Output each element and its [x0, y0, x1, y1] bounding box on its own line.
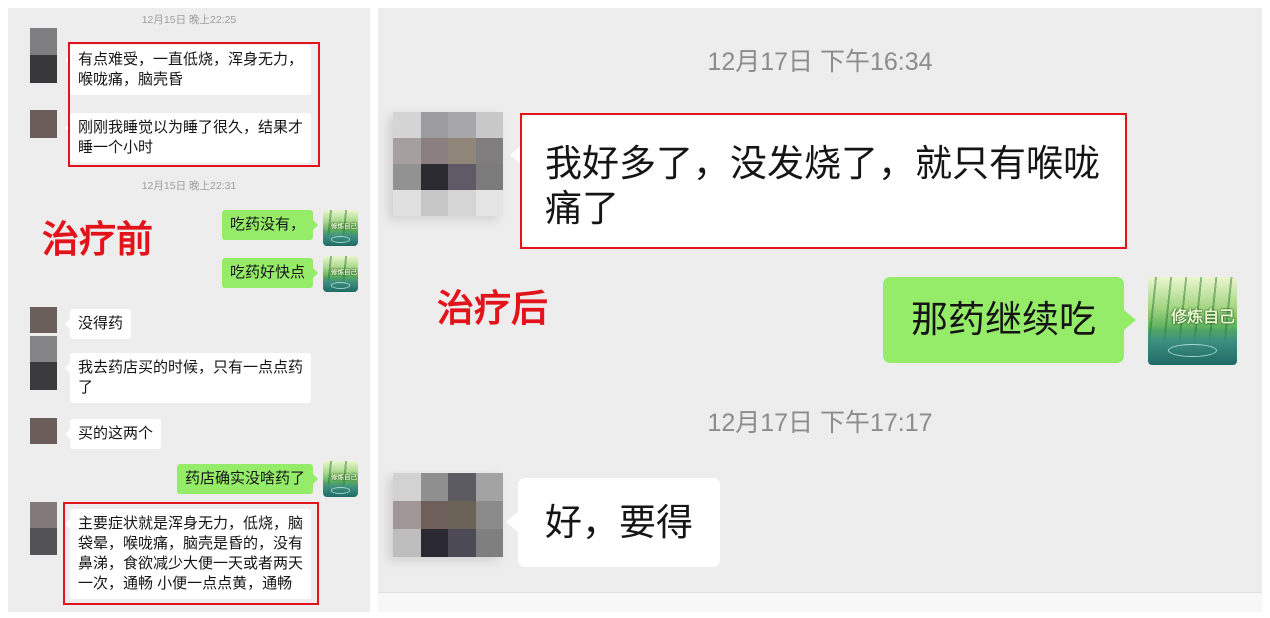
- avatar-logo-text: 修炼自己: [331, 223, 357, 230]
- avatar-mosaic-tile: [448, 138, 476, 164]
- message-text-line: 我去药店买的时候，只有一点点药: [78, 359, 304, 376]
- message-text-line: 好，要得: [545, 502, 693, 543]
- avatar-mosaic-tile: [420, 138, 448, 164]
- avatar-mosaic-tile: [420, 190, 448, 216]
- contact-avatar[interactable]: [30, 502, 57, 555]
- avatar-mosaic-tile: [475, 112, 503, 138]
- received-message-bubble[interactable]: 我好多了，没发烧了，就只有喉咙 痛了: [510, 115, 1125, 247]
- avatar-logo-text: 修炼自己: [1170, 309, 1235, 326]
- annotation-label-before: 治疗前: [42, 219, 153, 260]
- received-message-bubble[interactable]: 刚刚我睡觉以为睡了很久，结果才 睡一个小时: [64, 113, 312, 163]
- message-text-line: 吃药没有，: [229, 216, 305, 233]
- avatar-mosaic-tile: [448, 473, 476, 501]
- avatar-mosaic-tile: [475, 138, 503, 164]
- avatar-mosaic-tile: [420, 112, 448, 138]
- received-message-bubble[interactable]: 买的这两个: [64, 419, 162, 449]
- my-avatar[interactable]: 修炼自己: [323, 210, 358, 246]
- message-text-line: 鼻涕，食欲减少大便一天或者两天: [78, 555, 304, 572]
- contact-avatar[interactable]: [30, 110, 57, 138]
- avatar-mosaic-tile: [30, 55, 57, 83]
- message-text-line: 痛了: [545, 188, 619, 229]
- avatar-mosaic-tile: [475, 190, 503, 216]
- message-timestamp: 12月15日 晚上22:25: [141, 14, 237, 26]
- message-text-line: 买的这两个: [78, 425, 154, 442]
- my-avatar[interactable]: 修炼自己: [1148, 277, 1237, 365]
- avatar-logo-text: 修炼自己: [331, 269, 357, 276]
- message-text-line: 没得药: [78, 315, 124, 332]
- message-text-line: 袋晕，喉咙痛，脑壳是昏的，没有: [78, 535, 304, 552]
- avatar-mosaic-tile: [448, 190, 476, 216]
- contact-avatar[interactable]: [30, 336, 57, 390]
- received-message-bubble[interactable]: 没得药: [64, 309, 132, 339]
- avatar-mosaic-tile: [448, 529, 476, 557]
- message-text-line: 一次，通畅 小便一点点黄，通畅: [78, 575, 293, 592]
- avatar-mosaic-tile: [30, 28, 57, 55]
- contact-avatar[interactable]: [393, 112, 503, 216]
- avatar-mosaic-tile: [420, 473, 448, 501]
- sent-message-bubble[interactable]: 吃药没有，: [221, 210, 319, 240]
- message-text-line: 我好多了，没发烧了，就只有喉咙: [545, 143, 1100, 184]
- message-timestamp: 12月17日 下午16:34: [707, 48, 933, 76]
- my-avatar[interactable]: 修炼自己: [323, 461, 358, 497]
- received-message-bubble[interactable]: 主要症状就是浑身无力，低烧，脑 袋晕，喉咙痛，脑壳是昏的，没有 鼻涕，食欲减少大…: [64, 509, 312, 599]
- avatar-mosaic-tile: [393, 112, 421, 138]
- received-message-bubble[interactable]: 有点难受，一直低烧，浑身无力， 喉咙痛，脑壳昏: [64, 45, 312, 95]
- avatar-mosaic-tile: [393, 190, 421, 216]
- avatar-mosaic-tile: [393, 529, 421, 557]
- contact-avatar[interactable]: [30, 307, 57, 333]
- avatar-mosaic-tile: [30, 336, 57, 362]
- received-message-bubble[interactable]: 好，要得: [506, 478, 720, 567]
- message-text-line: 那药继续吃: [911, 299, 1096, 340]
- message-text-line: 了: [78, 379, 94, 396]
- sent-message-bubble[interactable]: 那药继续吃: [883, 277, 1136, 363]
- avatar-mosaic-tile: [420, 529, 448, 557]
- my-avatar[interactable]: 修炼自己: [323, 256, 358, 292]
- avatar-mosaic-tile: [30, 110, 57, 138]
- message-text-line: 有点难受，一直低烧，浑身无力，: [78, 51, 304, 68]
- sent-message-bubble[interactable]: 吃药好快点: [221, 258, 319, 288]
- chat-panel-after: 12月17日 下午16:34 我好多了，没发烧了，就只有喉咙 痛了 治疗后 那药…: [378, 8, 1262, 612]
- avatar-mosaic-tile: [393, 501, 421, 529]
- sent-message-bubble[interactable]: 药店确实没啥药了: [176, 464, 319, 494]
- avatar-mosaic-tile: [30, 307, 57, 333]
- message-timestamp: 12月17日 下午17:17: [707, 409, 933, 437]
- avatar-mosaic-tile: [448, 164, 476, 190]
- message-text-line: 睡一个小时: [78, 139, 154, 156]
- avatar-mosaic-tile: [475, 473, 503, 501]
- avatar-mosaic-tile: [30, 418, 57, 444]
- received-message-bubble[interactable]: 我去药店买的时候，只有一点点药 了: [64, 353, 312, 403]
- avatar-mosaic-tile: [393, 138, 421, 164]
- annotation-label-after: 治疗后: [437, 288, 548, 329]
- message-text-line: 刚刚我睡觉以为睡了很久，结果才: [78, 119, 304, 136]
- message-timestamp: 12月15日 晚上22:31: [141, 180, 237, 192]
- avatar-mosaic-tile: [420, 501, 448, 529]
- avatar-mosaic-tile: [475, 501, 503, 529]
- contact-avatar[interactable]: [393, 473, 503, 557]
- avatar-mosaic-tile: [475, 164, 503, 190]
- chat-panel-before: 12月15日 晚上22:25 有点难受，一直低烧，浑身无力， 喉咙痛，脑壳昏 刚…: [8, 8, 370, 612]
- contact-avatar[interactable]: [30, 418, 57, 444]
- avatar-mosaic-tile: [393, 473, 421, 501]
- avatar-mosaic-tile: [393, 164, 421, 190]
- avatar-mosaic-tile: [30, 362, 57, 390]
- chat-input-bar[interactable]: [378, 592, 1262, 612]
- avatar-mosaic-tile: [475, 529, 503, 557]
- avatar-mosaic-tile: [448, 501, 476, 529]
- message-text-line: 药店确实没啥药了: [184, 470, 305, 487]
- contact-avatar[interactable]: [30, 28, 57, 83]
- avatar-mosaic-tile: [420, 164, 448, 190]
- avatar-mosaic-tile: [30, 528, 57, 555]
- avatar-mosaic-tile: [30, 502, 57, 528]
- message-text-line: 喉咙痛，脑壳昏: [78, 71, 184, 88]
- message-text-line: 吃药好快点: [229, 264, 305, 281]
- message-text-line: 主要症状就是浑身无力，低烧，脑: [78, 515, 304, 532]
- avatar-mosaic-tile: [448, 112, 476, 138]
- avatar-logo-text: 修炼自己: [331, 474, 357, 481]
